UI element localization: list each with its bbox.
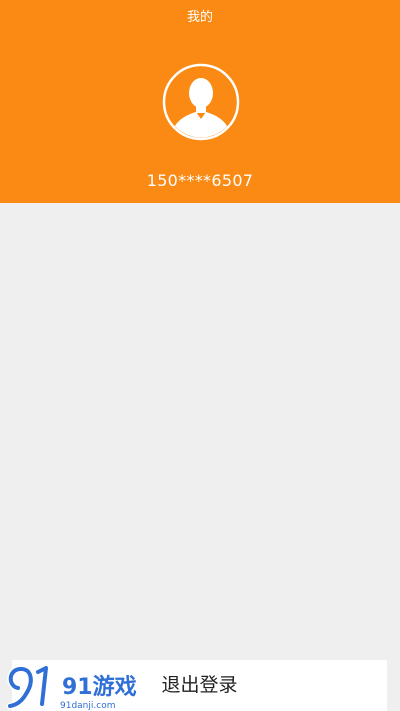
- page-title: 我的: [186, 10, 213, 25]
- watermark-site-text: 91danji.com: [60, 701, 115, 711]
- user-avatar-icon[interactable]: [162, 63, 240, 141]
- profile-header: 我的 150****6507: [0, 0, 400, 203]
- watermark-logo: 91游戏 91游戏 91danji.com: [6, 664, 139, 711]
- watermark-brand-text-fill: 91游戏: [62, 674, 137, 700]
- phone-number: 150****6507: [146, 171, 254, 190]
- content-area: [0, 203, 400, 660]
